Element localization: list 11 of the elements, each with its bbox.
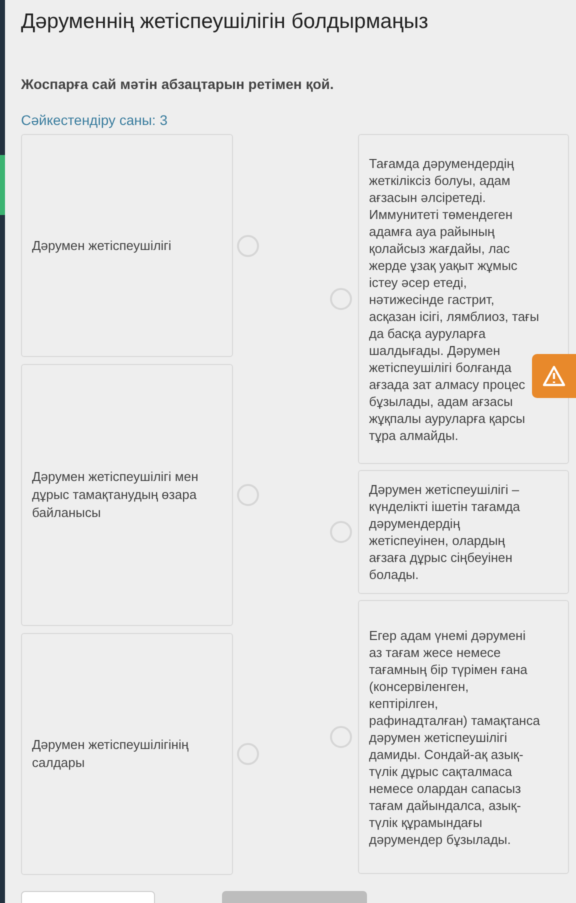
match-card[interactable]: Тағамда дәрумендердің жеткіліксіз болуы, адам ағзасын әлсіретеді. Иммунитеті төмендеген адамға ауа райының қолайсыз жағдайы, лас жерде ұзақ уақыт жұмыс істеу әсер етеді, нәтижесінде гастрит, асқазан ісігі, лямблиоз, тағы да басқа ауруларға шалдығады. Дәрумен жетіспеушілігі болғанда ағзада зат алмасу процес бұзылады, адам ағзасы жұқпалы ауруларға қарсы тұра алмайды. [358, 134, 569, 464]
match-card[interactable]: Дәрумен жетіспеушілігінің салдары [21, 633, 233, 875]
warning-badge[interactable] [532, 354, 576, 398]
match-card[interactable]: Егер адам үнемі дәрумені аз тағам жесе немесе тағамның бір түрімен ғана (консервіленген, кептірілген, рафинадталған) тамақтанса дәрумен жетіспеушілігі дамиды. Сондай-ақ азық-түлік дұрыс сақталмаса немесе олардан сапасыз тағам дайындалса, азық-түлік құрамындағы дәрумендер бұзылады. [358, 600, 569, 874]
warning-icon [542, 365, 566, 387]
match-card[interactable]: Дәрумен жетіспеушілігі мен дұрыс тамақтанудың өзара байланысы [21, 364, 233, 626]
match-card[interactable]: Дәрумен жетіспеушілігі – күнделікті ішетін тағамда дәрумендердің жетіспеуінен, олардың ағзаға дұрыс сіңбеуінен болады. [358, 470, 569, 594]
match-card[interactable]: Дәрумен жетіспеушілігі [21, 134, 233, 357]
instruction-text: Жоспарға сай мәтін абзацтарын ретімен қой. [21, 75, 335, 94]
match-count: Сәйкестендіру саны: 3 [21, 111, 169, 130]
page-title: Дәруменнің жетіспеушілігін болдырмаңыз [21, 9, 430, 35]
